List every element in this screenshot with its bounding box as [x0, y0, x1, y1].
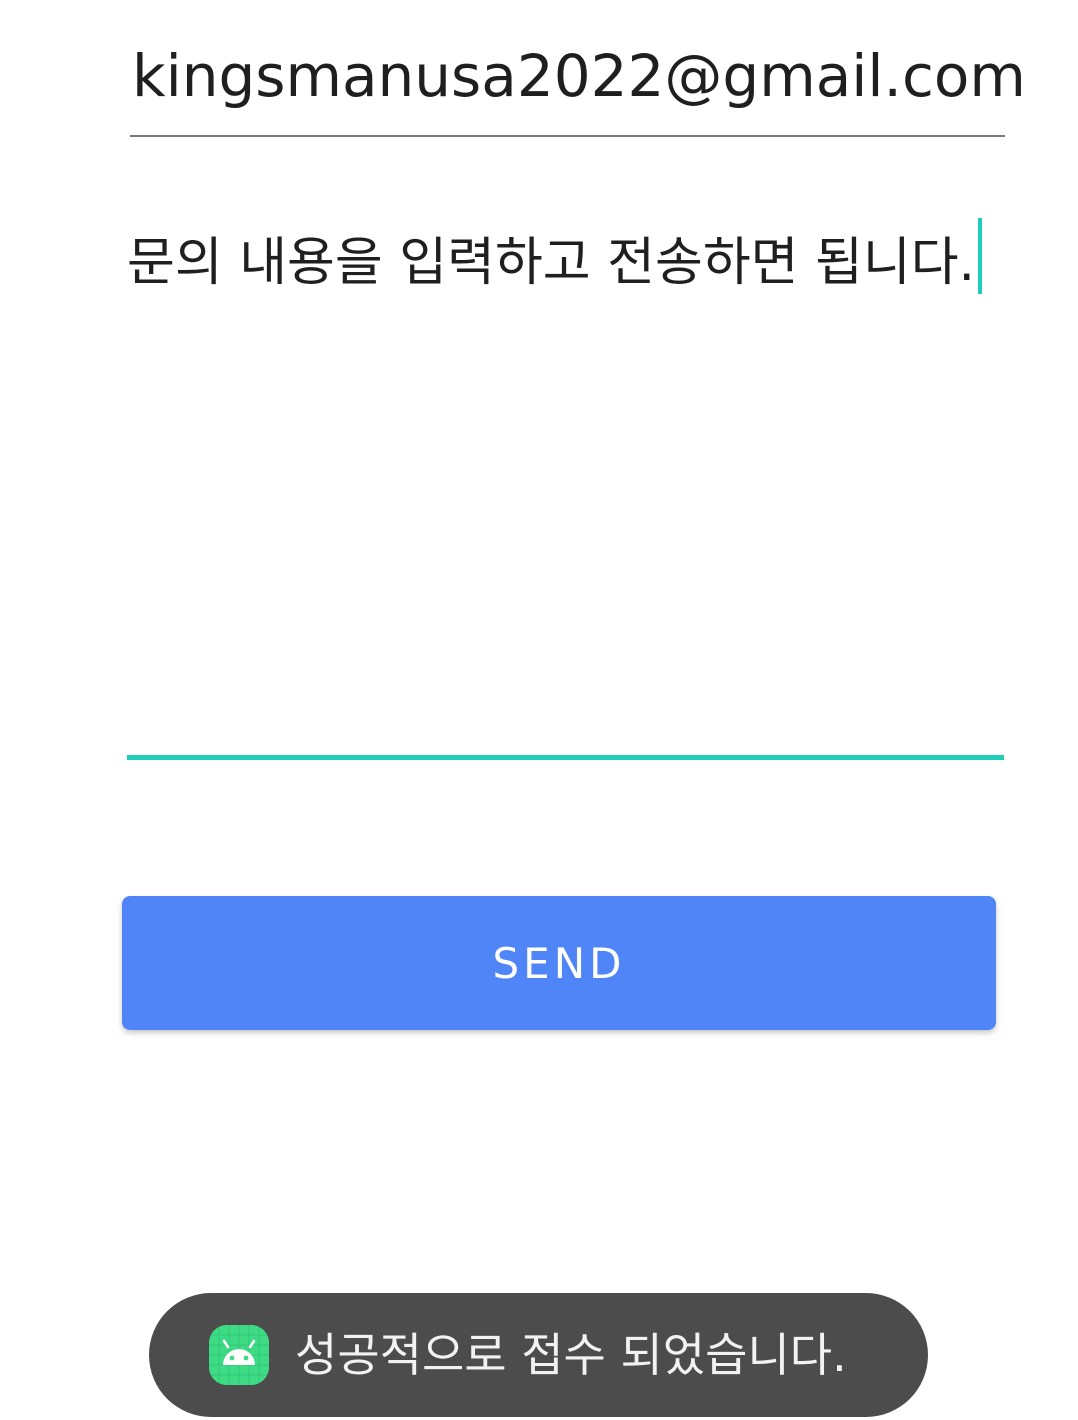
text-cursor	[978, 218, 983, 294]
android-icon	[209, 1325, 269, 1385]
toast-message: 성공적으로 접수 되었습니다.	[295, 1328, 847, 1382]
email-field[interactable]: kingsmanusa2022@gmail.com	[130, 30, 1026, 137]
toast-notification: 성공적으로 접수 되었습니다.	[149, 1293, 928, 1417]
message-text: 문의 내용을 입력하고 전송하면 됩니다.	[127, 218, 983, 299]
contact-form-screen: kingsmanusa2022@gmail.com 문의 내용을 입력하고 전송…	[0, 0, 1078, 1420]
send-button-label: SEND	[492, 938, 626, 988]
send-button[interactable]: SEND	[122, 896, 996, 1030]
message-value: 문의 내용을 입력하고 전송하면 됩니다.	[127, 233, 976, 293]
email-value: kingsmanusa2022@gmail.com	[132, 42, 1026, 110]
message-textarea[interactable]: 문의 내용을 입력하고 전송하면 됩니다.	[127, 200, 1004, 760]
